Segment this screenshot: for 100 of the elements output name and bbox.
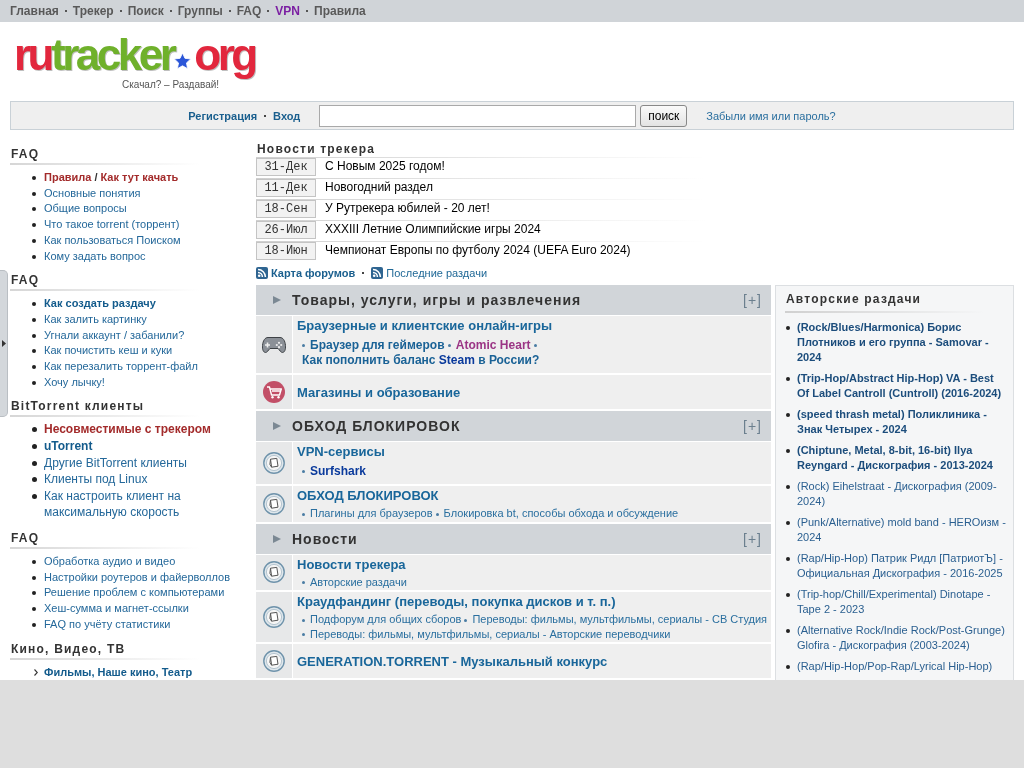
- bullet-icon: [302, 344, 305, 348]
- feed-link[interactable]: Последние раздачи: [386, 267, 488, 279]
- nav-link[interactable]: Поиск: [127, 4, 164, 18]
- news-date: 18-Сен: [256, 200, 316, 218]
- forgot-password-link[interactable]: Забыли имя или пароль?: [706, 109, 836, 122]
- logo-wordmark[interactable]: rutracker: [14, 31, 174, 79]
- login-link[interactable]: Вход: [273, 109, 301, 122]
- triangle-icon: [1, 340, 6, 347]
- cart-icon: [263, 381, 285, 403]
- sidebar-link[interactable]: Как создать раздачу: [44, 296, 156, 312]
- bullet-icon: [302, 633, 305, 637]
- login-link[interactable]: Регистрация: [188, 109, 258, 122]
- release-link[interactable]: (Rap/Hip-Hop) Патрик Ридл [ПатриотЪ] - Официальная Дискография - 2016-2025: [797, 551, 1007, 581]
- nav-link[interactable]: VPN: [275, 4, 300, 18]
- sidebar-link[interactable]: uTorrent: [44, 438, 93, 455]
- sidebar-link[interactable]: Решение проблем с компьютерами: [44, 585, 225, 602]
- forum-title-link[interactable]: ОБХОД БЛОКИРОВОК: [297, 488, 771, 504]
- subforum-link[interactable]: Авторские раздачи: [310, 575, 407, 588]
- subforum-link[interactable]: Блокировка bt, способы обхода и обсуждение: [443, 507, 679, 519]
- news-title-link[interactable]: XXXIII Летние Олимпийские игры 2024: [325, 220, 541, 239]
- release-link[interactable]: (Rap/Hip-Hop/Pop-Rap/Lyrical Hip-Hop): [797, 659, 993, 674]
- sidebar-link[interactable]: Хеш-сумма и магнет-ссылки: [44, 601, 189, 617]
- logo-domain[interactable]: org: [194, 31, 255, 79]
- subforum-link[interactable]: Переводы: фильмы, мультфильмы, сериалы - Авторские переводчики: [310, 627, 671, 640]
- forum-title-link[interactable]: Магазины и образование: [297, 385, 771, 401]
- news-date: 26-Июл: [256, 221, 316, 239]
- search-field[interactable]: [319, 104, 637, 127]
- sidebar-link[interactable]: Несовместимые с трекером: [44, 421, 211, 439]
- gamepad-icon: [262, 335, 286, 354]
- news-date: 31-Дек: [256, 158, 316, 176]
- sidebar-link[interactable]: Как перезалить торрент-файл: [44, 359, 198, 375]
- sidebar-link[interactable]: Угнали аккаунт / забанили?: [44, 327, 185, 344]
- forum-title-link[interactable]: Краудфандинг (переводы, покупка дисков и т. п.): [297, 594, 771, 610]
- news-title-link[interactable]: У Рутрекера юбилей - 20 лет!: [325, 199, 490, 218]
- bullet-icon: [32, 560, 36, 564]
- forum-title-link[interactable]: GENERATION.TORRENT - Музыкальный конкурс: [297, 654, 771, 670]
- sidebar-link[interactable]: Основные понятия: [44, 185, 141, 202]
- nav-link[interactable]: Главная: [10, 4, 59, 18]
- bullet-icon: [32, 317, 36, 322]
- page-circle-icon: [263, 561, 285, 584]
- release-link[interactable]: (Trip-hop/Chill/Experimental) Dinotape - Tape 2 - 2023: [797, 587, 1007, 617]
- search-button[interactable]: поиск: [640, 104, 688, 127]
- bullet-icon: [32, 223, 36, 228]
- nav-link[interactable]: Группы: [177, 4, 223, 18]
- feed-link[interactable]: Карта форумов: [271, 267, 356, 279]
- sidebar-link[interactable]: Что такое torrent (торрент): [44, 217, 180, 233]
- release-link[interactable]: (Rock) Eihelstraat - Дискография (2009-2024): [797, 479, 1007, 509]
- nav-link[interactable]: FAQ: [236, 4, 262, 18]
- subforum-link[interactable]: Переводы: фильмы, мультфильмы, сериалы - СВ Студия: [472, 613, 768, 625]
- sidebar-link[interactable]: Как настроить клиент на максимальную скорость: [44, 487, 246, 521]
- sidebar-link[interactable]: Обработка аудио и видео: [44, 554, 176, 570]
- subforum-link[interactable]: Atomic Heart: [455, 338, 531, 352]
- news-title-link[interactable]: Новогодний раздел: [325, 178, 433, 197]
- nav-link[interactable]: Правила: [314, 4, 366, 18]
- forum-title-link[interactable]: Браузерные и клиентские онлайн-игры: [297, 318, 771, 334]
- subforum-link[interactable]: Surfshark: [310, 464, 367, 478]
- sidebar-link[interactable]: Хочу лычку!: [44, 374, 105, 391]
- news-title-link[interactable]: Чемпионат Европы по футболу 2024 (UEFA Euro 2024): [325, 241, 631, 260]
- release-link[interactable]: (Chiptune, Metal, 8-bit, 16-bit) Ilya Reyngard - Дискография - 2013-2024: [797, 443, 1007, 473]
- forum-title-link[interactable]: Новости трекера: [297, 556, 771, 573]
- sidebar-link[interactable]: Правила: [44, 171, 92, 183]
- sidebar-link[interactable]: Другие BitTorrent клиенты: [44, 454, 187, 472]
- news-title-link[interactable]: С Новым 2025 годом!: [325, 157, 445, 176]
- release-link[interactable]: (Rock/Blues/Harmonica) Борис Плотников и его группа - Samovar - 2024: [797, 320, 1007, 365]
- sidebar-link[interactable]: FAQ по учёту статистики: [44, 616, 171, 633]
- sidebar-link[interactable]: Как залить картинку: [44, 311, 147, 328]
- release-link[interactable]: (Trip-Hop/Abstract Hip-Hop) VA - Best Of Label Cantroll (Cuntroll) (2016-2024): [797, 371, 1007, 401]
- subforum-link[interactable]: Подфорум для общих сборов: [310, 613, 462, 625]
- release-link[interactable]: (Punk/Alternative) mold band - HEROизм - 2024: [797, 515, 1007, 545]
- news-date: 18-Июн: [256, 242, 316, 260]
- bullet-icon: [302, 581, 305, 585]
- sidebar-link[interactable]: Клиенты под Linux: [44, 471, 148, 488]
- category-title[interactable]: Новости: [292, 530, 358, 547]
- sidebar-link[interactable]: Фильмы, Наше кино, Театр: [44, 664, 193, 680]
- release-link[interactable]: (Alternative Rock/Indie Rock/Post-Grunge) Glofira - Дискография (2003-2024): [797, 623, 1007, 653]
- category-title[interactable]: Товары, услуги, игры и развлечения: [292, 292, 582, 308]
- bullet-icon: [32, 365, 36, 370]
- bullet-icon: [32, 333, 36, 338]
- forum-title-link[interactable]: VPN-сервисы: [297, 444, 771, 460]
- sidebar-link[interactable]: Настройки роутеров и файерволлов: [44, 569, 231, 586]
- star-icon: [174, 53, 192, 69]
- rss-icon: [371, 267, 384, 279]
- nav-link[interactable]: Трекер: [72, 4, 114, 18]
- bullet-icon: [32, 575, 36, 580]
- sidebar-link[interactable]: Кому задать вопрос: [44, 248, 146, 265]
- release-link[interactable]: (speed thrash metal) Поликлиника - Знак Четырех - 2024: [797, 407, 1007, 437]
- panel-heading: Авторские раздачи: [786, 291, 923, 307]
- bullet-icon: [32, 191, 36, 196]
- sidebar-link[interactable]: Как пользоваться Поиском: [44, 232, 181, 249]
- sidebar-link[interactable]: Как тут качать: [100, 171, 179, 183]
- logo-tagline: Скачал? – Раздавай!: [122, 79, 221, 90]
- subforum-link[interactable]: Плагины для браузеров: [310, 507, 433, 519]
- sidebar-toggle-handle[interactable]: [0, 270, 8, 417]
- triangle-icon: [272, 533, 282, 544]
- sidebar-link[interactable]: Как почистить кеш и куки: [44, 343, 173, 360]
- news-date: 11-Дек: [256, 179, 316, 197]
- subforum-link[interactable]: Браузер для геймеров: [310, 338, 445, 352]
- category-title[interactable]: ОБХОД БЛОКИРОВОК: [292, 418, 461, 434]
- sidebar-link[interactable]: Общие вопросы: [44, 201, 127, 218]
- subforum-link[interactable]: Как пополнить баланс Steam в России?: [302, 353, 540, 367]
